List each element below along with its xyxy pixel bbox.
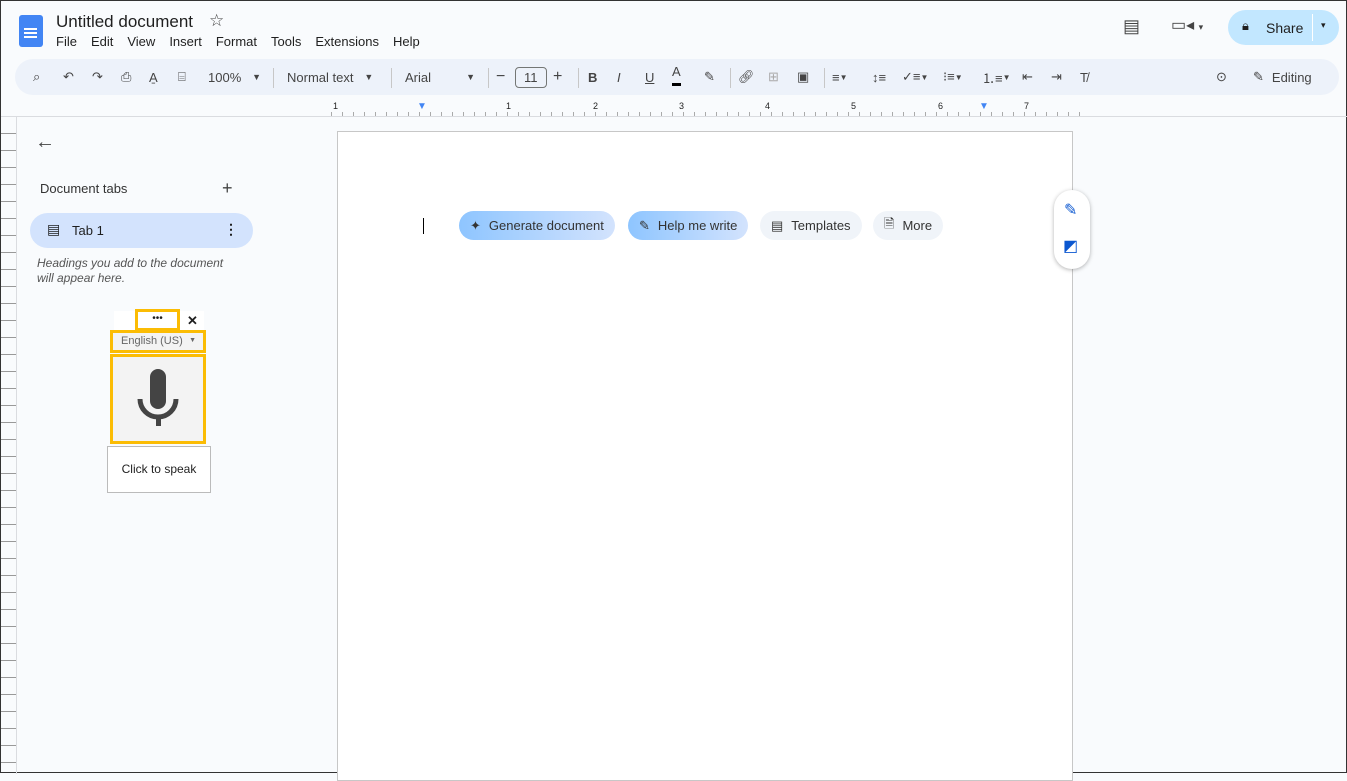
share-label: Share bbox=[1266, 20, 1304, 36]
ruler-label: 4 bbox=[765, 101, 771, 111]
text-color-icon[interactable]: A bbox=[672, 59, 681, 86]
vertical-ruler[interactable] bbox=[1, 117, 17, 774]
language-value: English (US) bbox=[121, 335, 183, 347]
style-value: Normal text bbox=[287, 69, 354, 85]
menu-help[interactable]: Help bbox=[393, 34, 420, 49]
meet-icon[interactable]: ▭◂ ▾ bbox=[1171, 15, 1203, 35]
highlight-icon[interactable]: ✎ bbox=[704, 59, 715, 95]
font-value: Arial bbox=[405, 69, 432, 85]
horizontal-ruler[interactable]: 1 ▼ 1 2 3 4 5 6 ▼ 7 bbox=[321, 101, 1081, 116]
clear-formatting-icon[interactable]: T̸ bbox=[1080, 59, 1088, 95]
align-icon[interactable]: ≡ ▼ bbox=[832, 59, 848, 95]
side-actions: ✎ ◩ bbox=[1054, 190, 1090, 269]
ruler-label: 2 bbox=[593, 101, 599, 111]
checklist-icon[interactable]: ✓≡ ▼ bbox=[902, 59, 928, 95]
numbered-list-icon[interactable]: ⒈≡ ▼ bbox=[982, 59, 1011, 95]
share-dropdown-icon[interactable]: ▾ bbox=[1321, 20, 1326, 31]
lock-icon: 🔒︎ bbox=[1242, 18, 1249, 33]
zoom-select[interactable]: 100% ▼ bbox=[208, 59, 261, 95]
font-select[interactable]: Arial ▼ bbox=[405, 59, 475, 95]
menu-extensions[interactable]: Extensions bbox=[315, 34, 379, 49]
suggest-edit-icon[interactable]: ◩ bbox=[1063, 236, 1078, 256]
editing-label: Editing bbox=[1271, 69, 1312, 85]
help-me-write-icon[interactable]: ✎ bbox=[1064, 200, 1077, 220]
print-icon[interactable]: ⎙ bbox=[121, 59, 131, 95]
tab-label: Tab 1 bbox=[72, 223, 104, 238]
bulleted-list-icon[interactable]: ⁝≡ ▼ bbox=[943, 59, 963, 95]
increase-indent-icon[interactable]: ⇥ bbox=[1051, 59, 1062, 95]
ruler-label: 1 bbox=[506, 101, 512, 111]
add-comment-icon[interactable]: ⊞ bbox=[768, 59, 779, 95]
increase-font-size-icon[interactable]: + bbox=[553, 59, 562, 95]
tab-1[interactable]: ▤ Tab 1 ⋮ bbox=[30, 213, 253, 248]
decrease-indent-icon[interactable]: ⇤ bbox=[1022, 59, 1033, 95]
gemini-icon[interactable]: ⊙ bbox=[1216, 59, 1227, 95]
font-size-input[interactable]: 11 bbox=[515, 59, 547, 95]
ruler-label: 3 bbox=[679, 101, 685, 111]
click-to-speak-tooltip: Click to speak bbox=[107, 446, 211, 493]
help-me-write-chip[interactable]: ✎ Help me write bbox=[628, 211, 749, 240]
language-select[interactable]: English (US) ▼ bbox=[110, 330, 206, 353]
search-icon[interactable]: ⌕ bbox=[33, 59, 40, 95]
share-button[interactable]: 🔒︎ Share ▾ bbox=[1228, 10, 1339, 45]
microphone-icon bbox=[137, 369, 179, 426]
star-icon[interactable]: ☆ bbox=[209, 11, 224, 31]
editing-mode-button[interactable]: ✎ Editing bbox=[1253, 59, 1312, 95]
menu-bar: File Edit View Insert Format Tools Exten… bbox=[56, 34, 434, 49]
menu-file[interactable]: File bbox=[56, 34, 77, 49]
docs-logo[interactable] bbox=[19, 15, 43, 47]
text-cursor bbox=[423, 218, 424, 234]
back-arrow-icon[interactable]: ← bbox=[35, 131, 55, 154]
undo-icon[interactable]: ↶ bbox=[63, 59, 74, 95]
indent-marker-icon[interactable]: ▼ bbox=[417, 101, 427, 112]
chip-label: Generate document bbox=[488, 218, 604, 233]
document-title[interactable]: Untitled document bbox=[56, 12, 193, 32]
font-size-value: 11 bbox=[515, 66, 547, 88]
templates-chip[interactable]: ▤ Templates bbox=[760, 211, 862, 240]
chip-label: Templates bbox=[791, 218, 851, 233]
ruler-label: 1 bbox=[333, 101, 339, 111]
pencil-icon: ✎ bbox=[1253, 69, 1264, 84]
zoom-value: 100% bbox=[208, 69, 242, 85]
menu-insert[interactable]: Insert bbox=[169, 34, 202, 49]
spellcheck-icon[interactable]: A̱ bbox=[149, 59, 158, 95]
menu-view[interactable]: View bbox=[127, 34, 155, 49]
link-icon[interactable]: 🔗︎ bbox=[738, 59, 755, 95]
document-tabs-heading: Document tabs bbox=[40, 181, 128, 196]
bold-icon[interactable]: B bbox=[588, 59, 597, 95]
style-select[interactable]: Normal text ▼ bbox=[287, 59, 373, 95]
add-doc-icon: 🗎︎ bbox=[884, 215, 895, 231]
menu-tools[interactable]: Tools bbox=[271, 34, 301, 49]
insert-image-icon[interactable]: ▣ bbox=[797, 59, 809, 95]
ruler-label: 7 bbox=[1024, 101, 1030, 111]
close-icon[interactable]: ✕ bbox=[187, 313, 198, 329]
paint-format-icon[interactable]: ⌸ bbox=[178, 59, 186, 95]
decrease-font-size-icon[interactable]: − bbox=[496, 59, 505, 95]
line-spacing-icon[interactable]: ↕≡ bbox=[872, 59, 886, 95]
template-icon: ▤ bbox=[771, 217, 784, 233]
sparkle-icon: ✦ bbox=[470, 217, 481, 233]
voice-more-button[interactable]: ••• bbox=[135, 309, 180, 331]
tab-options-icon[interactable]: ⋮ bbox=[224, 221, 238, 238]
ruler-label: 5 bbox=[851, 101, 857, 111]
generate-document-chip[interactable]: ✦ Generate document bbox=[459, 211, 615, 240]
headings-hint: Headings you add to the document will ap… bbox=[37, 256, 224, 285]
more-chip[interactable]: 🗎︎ More bbox=[873, 211, 944, 240]
document-icon: ▤ bbox=[47, 221, 61, 237]
menu-edit[interactable]: Edit bbox=[91, 34, 113, 49]
toolbar: ⌕ ↶ ↷ ⎙ A̱ ⌸ 100% ▼ Normal text ▼ Arial ▼… bbox=[15, 59, 1339, 95]
chip-label: Help me write bbox=[657, 218, 738, 233]
right-indent-marker-icon[interactable]: ▼ bbox=[979, 101, 989, 112]
magic-pen-icon: ✎ bbox=[639, 217, 650, 233]
italic-icon[interactable]: I bbox=[617, 59, 621, 95]
ruler-label: 6 bbox=[938, 101, 944, 111]
comments-icon[interactable]: ▤ bbox=[1123, 16, 1140, 37]
chip-label: More bbox=[902, 218, 933, 233]
underline-icon[interactable]: U bbox=[645, 59, 654, 95]
menu-format[interactable]: Format bbox=[216, 34, 257, 49]
microphone-button[interactable] bbox=[110, 354, 206, 444]
add-tab-icon[interactable]: + bbox=[222, 178, 233, 199]
redo-icon[interactable]: ↷ bbox=[92, 59, 103, 95]
